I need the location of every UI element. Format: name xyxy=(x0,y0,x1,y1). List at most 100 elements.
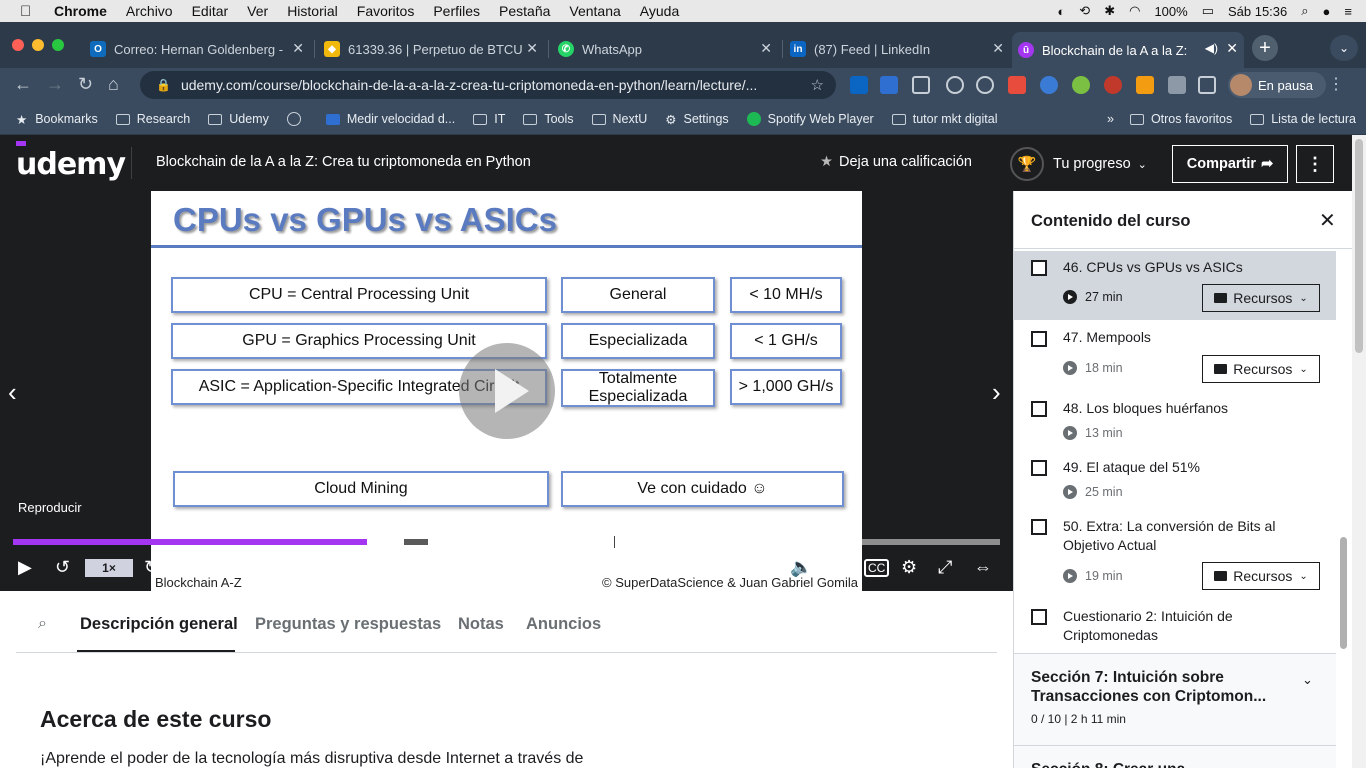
bookmark-tutor[interactable]: tutor mkt digital xyxy=(891,112,998,126)
menu-app-name[interactable]: Chrome xyxy=(54,3,107,19)
close-sidebar-icon[interactable]: ✕ xyxy=(1319,208,1336,233)
lecture-checkbox[interactable] xyxy=(1031,401,1047,417)
address-bar[interactable]: 🔒 udemy.com/course/blockchain-de-la-a-a-… xyxy=(140,71,836,99)
playback-speed-button[interactable]: 1× xyxy=(85,559,133,577)
transcript-icon[interactable]: ▤ xyxy=(829,557,844,577)
bookmark-udemy[interactable]: Udemy xyxy=(208,112,269,126)
lecture-checkbox[interactable] xyxy=(1031,460,1047,476)
minimize-window-button[interactable] xyxy=(32,39,44,51)
menu-ventana[interactable]: Ventana xyxy=(569,3,620,19)
bookmark-research[interactable]: Research xyxy=(115,112,190,126)
close-tab-icon[interactable]: ✕ xyxy=(292,40,304,57)
tab-preguntas[interactable]: Preguntas y respuestas xyxy=(255,615,441,634)
clock[interactable]: Sáb 15:36 xyxy=(1228,4,1287,19)
section-header[interactable]: Sección 7: Intuición sobre Transacciones… xyxy=(1014,653,1336,745)
bookmark-it[interactable]: IT xyxy=(473,112,505,126)
bookmark-bookmarks[interactable]: ★ Bookmarks xyxy=(16,112,98,127)
progress-bar[interactable] xyxy=(13,539,1000,545)
bookmark-settings[interactable]: ⚙ Settings xyxy=(665,112,728,127)
home-icon[interactable]: ⌂ xyxy=(108,74,119,95)
previous-lecture-icon[interactable]: ‹ xyxy=(8,377,17,408)
speaker-icon[interactable]: ◀) xyxy=(1205,41,1218,55)
tab-linkedin[interactable]: in (87) Feed | LinkedIn ✕ xyxy=(784,34,1010,64)
tab-notas[interactable]: Notas xyxy=(458,615,504,634)
bookmark-note-icon[interactable]: ✎ xyxy=(266,557,279,575)
bookmark-tools[interactable]: Tools xyxy=(523,112,574,126)
tab-search-chevron-icon[interactable]: ⌄ xyxy=(1330,35,1358,61)
spotlight-icon[interactable]: ⌕ xyxy=(1301,3,1308,19)
extension-icon[interactable] xyxy=(946,76,964,94)
extension-icon[interactable] xyxy=(976,76,994,94)
menu-archivo[interactable]: Archivo xyxy=(126,3,173,19)
wifi-icon[interactable]: ◠ xyxy=(1129,3,1140,19)
tab-binance[interactable]: ◆ 61339.36 | Perpetuo de BTCU ✕ xyxy=(318,34,544,64)
video-player[interactable]: CPUs vs GPUs vs ASICs CPU = Central Proc… xyxy=(0,191,1013,591)
react-extension-icon[interactable] xyxy=(1040,76,1058,94)
siri-icon[interactable]: ● xyxy=(1323,4,1331,19)
udemy-logo[interactable]: udemy xyxy=(16,141,126,182)
close-tab-icon[interactable]: ✕ xyxy=(1226,40,1238,57)
tab-whatsapp[interactable]: ✆ WhatsApp ✕ xyxy=(552,34,778,64)
forward-icon[interactable]: ↻ xyxy=(144,557,159,578)
close-tab-icon[interactable]: ✕ xyxy=(526,40,538,57)
frog-extension-icon[interactable] xyxy=(1072,76,1090,94)
play-icon[interactable]: ▶ xyxy=(18,557,32,578)
back-icon[interactable]: ← xyxy=(14,74,32,95)
course-title[interactable]: Blockchain de la A a la Z: Crea tu cript… xyxy=(156,154,531,170)
reading-list-icon[interactable] xyxy=(1198,76,1216,94)
resources-dropdown[interactable]: Recursos ⌄ xyxy=(1202,284,1320,312)
menu-editar[interactable]: Editar xyxy=(192,3,229,19)
linkedin-extension-icon[interactable] xyxy=(850,76,868,94)
rate-course-button[interactable]: ★ Deja una calificación xyxy=(820,154,972,170)
fullscreen-icon[interactable]: ⤢ xyxy=(938,557,952,578)
settings-gear-icon[interactable]: ⚙ xyxy=(901,557,917,578)
resources-dropdown[interactable]: Recursos ⌄ xyxy=(1202,562,1320,590)
rewind-icon[interactable]: ↺ xyxy=(55,557,70,578)
new-tab-button[interactable]: + xyxy=(1252,35,1278,61)
captions-icon[interactable]: CC xyxy=(864,559,890,577)
menu-perfiles[interactable]: Perfiles xyxy=(433,3,480,19)
extension-icon[interactable] xyxy=(1008,76,1026,94)
menu-pestana[interactable]: Pestaña xyxy=(499,3,550,19)
quiz-item[interactable]: Cuestionario 2: Intuición de Criptomoned… xyxy=(1014,599,1336,653)
more-bookmarks-icon[interactable]: » xyxy=(1107,112,1114,126)
share-button[interactable]: Compartir ➦ xyxy=(1172,145,1288,183)
menu-ayuda[interactable]: Ayuda xyxy=(640,3,679,19)
bookmark-globe[interactable] xyxy=(286,112,308,126)
profile-button[interactable]: En pausa xyxy=(1228,72,1326,98)
lecture-checkbox[interactable] xyxy=(1031,519,1047,535)
bookmark-spotify[interactable]: Spotify Web Player xyxy=(746,112,874,126)
reload-icon[interactable]: ↻ xyxy=(78,74,93,95)
close-tab-icon[interactable]: ✕ xyxy=(760,40,772,57)
battery-icon[interactable]: ▭ xyxy=(1202,3,1214,19)
resources-dropdown[interactable]: Recursos ⌄ xyxy=(1202,355,1320,383)
time-machine-icon[interactable]: ⟲ xyxy=(1079,3,1090,19)
url-text[interactable]: udemy.com/course/blockchain-de-la-a-a-la… xyxy=(181,77,811,93)
lecture-checkbox[interactable] xyxy=(1031,260,1047,276)
lecture-item[interactable]: 48. Los bloques huérfanos 13 min xyxy=(1014,391,1336,449)
lecture-item[interactable]: 47. Mempools 18 min Recursos ⌄ xyxy=(1014,321,1336,391)
bookmark-star-icon[interactable]: ☆ xyxy=(811,76,824,94)
bookmark-nextu[interactable]: NextU xyxy=(591,112,647,126)
tab-udemy-active[interactable]: ū Blockchain de la A a la Z: ◀) ✕ xyxy=(1012,32,1244,68)
theater-mode-icon[interactable]: ⇔ xyxy=(974,557,992,578)
bookmark-speedtest[interactable]: Medir velocidad d... xyxy=(325,112,455,126)
status-icon[interactable]: ◐ xyxy=(1057,4,1065,19)
bluetooth-icon[interactable]: ✱ xyxy=(1104,3,1115,19)
big-play-button[interactable] xyxy=(459,343,555,439)
more-options-button[interactable]: ⋮ xyxy=(1296,145,1334,183)
close-window-button[interactable] xyxy=(12,39,24,51)
sidebar-scrollbar[interactable] xyxy=(1340,537,1347,649)
lecture-item[interactable]: 50. Extra: La conversión de Bits al Obje… xyxy=(1014,509,1336,599)
page-scrollbar[interactable] xyxy=(1352,135,1366,768)
battery-percent[interactable]: 100% xyxy=(1154,4,1187,19)
puzzle-extensions-icon[interactable] xyxy=(1168,76,1186,94)
tab-anuncios[interactable]: Anuncios xyxy=(526,615,601,634)
progress-dropdown[interactable]: 🏆 Tu progreso ⌄ xyxy=(1010,147,1147,181)
section-header[interactable]: Sección 8: Crear una xyxy=(1014,745,1336,768)
extension-icon[interactable] xyxy=(1104,76,1122,94)
lecture-checkbox[interactable] xyxy=(1031,331,1047,347)
close-tab-icon[interactable]: ✕ xyxy=(992,40,1004,57)
lecture-item[interactable]: 49. El ataque del 51% 25 min xyxy=(1014,450,1336,508)
lock-icon[interactable]: 🔒 xyxy=(156,78,171,92)
